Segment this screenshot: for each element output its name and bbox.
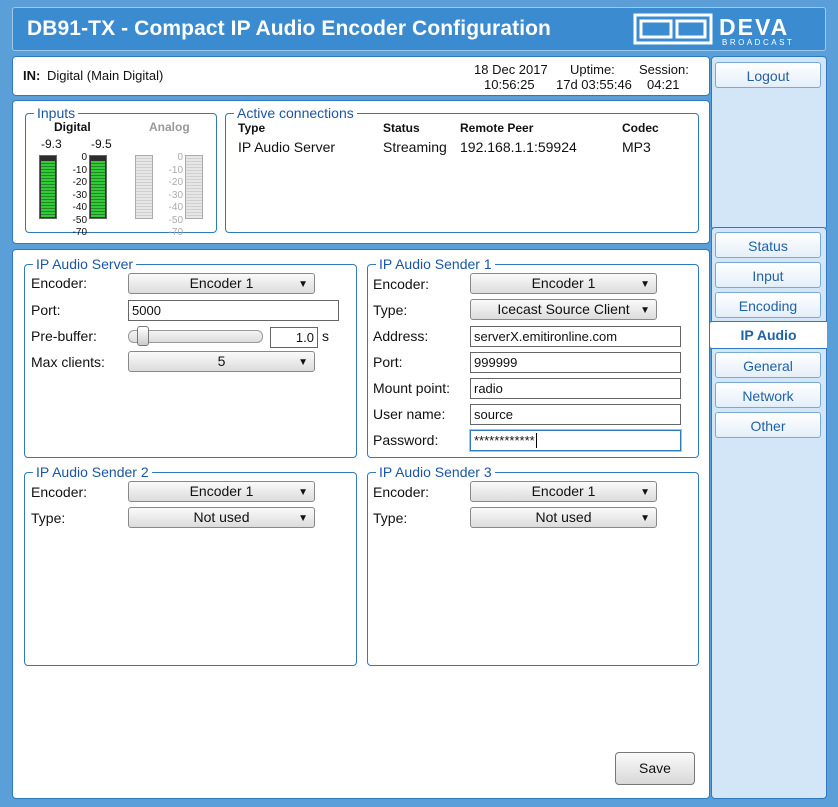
server-encoder-label: Encoder: bbox=[31, 275, 88, 291]
chevron-down-icon: ▼ bbox=[298, 487, 308, 498]
sender3-type-select[interactable]: Not used ▼ bbox=[470, 507, 657, 528]
sender3-encoder-select[interactable]: Encoder 1 ▼ bbox=[470, 481, 657, 502]
digital-right-level: -9.5 bbox=[91, 137, 112, 151]
time-text: 10:56:25 bbox=[484, 77, 535, 92]
sender1-port-input[interactable]: 999999 bbox=[470, 352, 681, 373]
ip-audio-settings: IP Audio Server Encoder: Encoder 1 ▼ Port… bbox=[12, 249, 710, 799]
session-value: 04:21 bbox=[647, 77, 680, 92]
sender1-encoder-label: Encoder: bbox=[373, 276, 430, 292]
digital-left-level: -9.3 bbox=[41, 137, 62, 151]
table-cell: IP Audio Server bbox=[238, 139, 336, 155]
ip-audio-sender-1-legend: IP Audio Sender 1 bbox=[379, 256, 492, 272]
logout-button[interactable]: Logout bbox=[715, 62, 821, 88]
chevron-down-icon: ▼ bbox=[298, 279, 308, 290]
sender1-mount-input[interactable]: radio bbox=[470, 378, 681, 399]
column-header: Status bbox=[383, 121, 420, 135]
prebuffer-input[interactable]: 1.0 bbox=[270, 327, 318, 348]
input-value: Digital (Main Digital) bbox=[47, 68, 164, 83]
sender1-type-label: Type: bbox=[373, 302, 408, 318]
sender1-encoder-select[interactable]: Encoder 1 ▼ bbox=[470, 273, 657, 294]
ip-audio-sender-3-legend: IP Audio Sender 3 bbox=[379, 464, 492, 480]
column-header: Type bbox=[238, 121, 266, 135]
nav-input[interactable]: Input bbox=[715, 262, 821, 288]
input-label: IN: bbox=[23, 68, 41, 83]
analog-left-meter bbox=[135, 155, 153, 219]
sender1-type-select[interactable]: Icecast Source Client ▼ bbox=[470, 299, 657, 320]
server-encoder-select[interactable]: Encoder 1 ▼ bbox=[128, 273, 315, 294]
nav-encoding[interactable]: Encoding bbox=[715, 292, 821, 318]
svg-text:BROADCAST: BROADCAST bbox=[722, 38, 794, 47]
nav-ip-audio[interactable]: IP Audio bbox=[709, 321, 827, 349]
sender1-address-input[interactable]: serverX.emitironline.com bbox=[470, 326, 681, 347]
ip-audio-server-legend: IP Audio Server bbox=[36, 256, 134, 272]
analog-right-meter bbox=[185, 155, 203, 219]
table-cell: MP3 bbox=[622, 139, 651, 155]
prebuffer-slider[interactable] bbox=[128, 326, 263, 346]
nav-general[interactable]: General bbox=[715, 352, 821, 378]
sender1-password-input[interactable]: ************ bbox=[470, 430, 681, 451]
nav-network[interactable]: Network bbox=[715, 382, 821, 408]
sender1-user-input[interactable]: source bbox=[470, 404, 681, 425]
sender2-type-label: Type: bbox=[31, 510, 66, 526]
server-prebuffer-label: Pre-buffer: bbox=[31, 328, 97, 344]
server-port-label: Port: bbox=[31, 302, 61, 318]
session-label: Session: bbox=[639, 62, 689, 77]
active-connections-legend: Active connections bbox=[237, 105, 354, 121]
chevron-down-icon: ▼ bbox=[640, 305, 650, 316]
server-port-input[interactable]: 5000 bbox=[128, 300, 339, 321]
analog-scale: 0 -10 -20 -30 -40 -50 -70 bbox=[168, 152, 183, 238]
prebuffer-unit: s bbox=[322, 328, 329, 344]
digital-label: Digital bbox=[54, 120, 91, 134]
app-title: DB91-TX - Compact IP Audio Encoder Confi… bbox=[27, 17, 551, 40]
prebuffer-slider-handle[interactable] bbox=[137, 326, 149, 346]
chevron-down-icon: ▼ bbox=[298, 357, 308, 368]
sidebar-nav: Status Input Encoding IP Audio General N… bbox=[709, 227, 827, 799]
uptime-label: Uptime: bbox=[570, 62, 615, 77]
chevron-down-icon: ▼ bbox=[640, 487, 650, 498]
overview-panel: Inputs Digital Analog -9.3 -9.5 0 -10 -20-… bbox=[12, 100, 710, 244]
app-header: DB91-TX - Compact IP Audio Encoder Confi… bbox=[12, 7, 826, 51]
date-text: 18 Dec 2017 bbox=[474, 62, 548, 77]
sender2-type-select[interactable]: Not used ▼ bbox=[128, 507, 315, 528]
table-cell: 192.168.1.1:59924 bbox=[460, 139, 577, 155]
max-clients-select[interactable]: 5 ▼ bbox=[128, 351, 315, 372]
sender1-password-label: Password: bbox=[373, 432, 439, 448]
column-header: Codec bbox=[622, 121, 659, 135]
chevron-down-icon: ▼ bbox=[640, 279, 650, 290]
sender1-mount-label: Mount point: bbox=[373, 380, 451, 396]
deva-logo: DEVA BROADCAST bbox=[633, 11, 823, 47]
uptime-value: 17d 03:55:46 bbox=[556, 77, 632, 92]
inputs-legend: Inputs bbox=[37, 105, 76, 121]
chevron-down-icon: ▼ bbox=[640, 513, 650, 524]
max-clients-label: Max clients: bbox=[31, 354, 105, 370]
sender2-encoder-label: Encoder: bbox=[31, 484, 88, 500]
table-cell: Streaming bbox=[383, 139, 447, 155]
sender1-user-label: User name: bbox=[373, 406, 446, 422]
column-header: Remote Peer bbox=[460, 121, 534, 135]
nav-other[interactable]: Other bbox=[715, 412, 821, 438]
sender1-address-label: Address: bbox=[373, 328, 429, 344]
sender3-encoder-label: Encoder: bbox=[373, 484, 430, 500]
sender3-type-label: Type: bbox=[373, 510, 408, 526]
svg-text:DEVA: DEVA bbox=[719, 14, 789, 40]
nav-status[interactable]: Status bbox=[715, 232, 821, 258]
digital-left-meter bbox=[39, 155, 57, 219]
sender2-encoder-select[interactable]: Encoder 1 ▼ bbox=[128, 481, 315, 502]
account-panel: Logout bbox=[711, 56, 827, 230]
status-info-bar: IN: Digital (Main Digital) 18 Dec 2017 1… bbox=[12, 56, 710, 96]
digital-scale: 0 -10 -20 -30 -40 -50 -70 bbox=[72, 152, 87, 238]
ip-audio-sender-2-legend: IP Audio Sender 2 bbox=[36, 464, 149, 480]
analog-label: Analog bbox=[149, 120, 190, 134]
chevron-down-icon: ▼ bbox=[298, 513, 308, 524]
digital-right-meter bbox=[89, 155, 107, 219]
sender1-port-label: Port: bbox=[373, 354, 403, 370]
save-button[interactable]: Save bbox=[615, 752, 695, 785]
